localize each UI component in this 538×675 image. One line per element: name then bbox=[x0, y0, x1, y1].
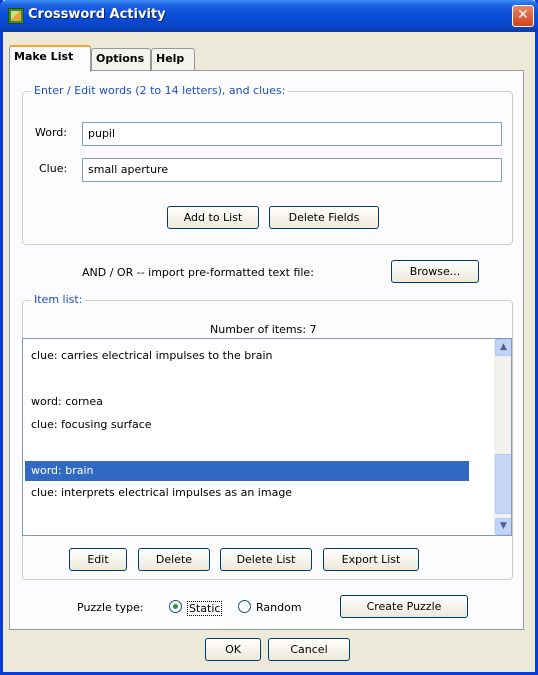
tab-help[interactable]: Help bbox=[151, 48, 195, 70]
add-to-list-button[interactable]: Add to List bbox=[167, 206, 259, 229]
item-listbox[interactable]: clue: carries electrical impulses to the… bbox=[22, 338, 512, 536]
static-radio-label[interactable]: Static bbox=[187, 601, 223, 616]
close-button[interactable]: ✕ bbox=[512, 5, 534, 27]
clue-field[interactable]: small aperture bbox=[82, 158, 502, 182]
window-title: Crossword Activity bbox=[28, 7, 166, 22]
app-icon bbox=[8, 8, 24, 24]
tab-options[interactable]: Options bbox=[91, 48, 151, 70]
delete-button[interactable]: Delete bbox=[138, 548, 210, 571]
title-bar[interactable]: Crossword Activity ✕ bbox=[0, 0, 538, 32]
edit-button[interactable]: Edit bbox=[69, 548, 127, 571]
list-item[interactable] bbox=[31, 369, 471, 389]
list-item[interactable]: word: cornea bbox=[31, 392, 471, 412]
scroll-up-icon[interactable]: ▲ bbox=[495, 339, 511, 356]
export-list-button[interactable]: Export List bbox=[323, 548, 419, 571]
list-item[interactable]: clue: interprets electrical impulses as … bbox=[31, 483, 471, 503]
list-scrollbar[interactable]: ▲ ▼ bbox=[494, 339, 511, 535]
static-radio[interactable] bbox=[169, 600, 182, 613]
word-label: Word: bbox=[35, 126, 67, 139]
import-text: AND / OR -- import pre-formatted text fi… bbox=[82, 266, 314, 279]
entry-group-legend: Enter / Edit words (2 to 14 letters), an… bbox=[31, 84, 289, 97]
delete-list-button[interactable]: Delete List bbox=[220, 548, 312, 571]
word-field[interactable]: pupil bbox=[82, 122, 502, 146]
list-item[interactable]: clue: carries electrical impulses to the… bbox=[31, 346, 471, 366]
list-item[interactable]: clue: focusing surface bbox=[31, 415, 471, 435]
create-puzzle-button[interactable]: Create Puzzle bbox=[340, 595, 468, 618]
puzzle-type-label: Puzzle type: bbox=[77, 601, 144, 614]
delete-fields-button[interactable]: Delete Fields bbox=[269, 206, 379, 229]
entry-group: Enter / Edit words (2 to 14 letters), an… bbox=[22, 84, 513, 245]
make-list-panel: Enter / Edit words (2 to 14 letters), an… bbox=[9, 70, 524, 630]
list-item[interactable] bbox=[31, 438, 471, 458]
clue-label: Clue: bbox=[39, 162, 68, 175]
random-radio[interactable] bbox=[238, 600, 251, 613]
item-count: Number of items: 7 bbox=[210, 323, 317, 336]
browse-button[interactable]: Browse... bbox=[391, 260, 479, 283]
item-list-legend: Item list: bbox=[31, 293, 86, 306]
cancel-button[interactable]: Cancel bbox=[268, 638, 350, 661]
random-radio-label[interactable]: Random bbox=[256, 601, 302, 614]
ok-button[interactable]: OK bbox=[205, 638, 261, 661]
tab-make-list[interactable]: Make List bbox=[9, 45, 91, 72]
scroll-thumb[interactable] bbox=[495, 454, 511, 514]
scroll-down-icon[interactable]: ▼ bbox=[495, 518, 511, 535]
list-item-selected[interactable]: word: brain bbox=[25, 461, 469, 481]
